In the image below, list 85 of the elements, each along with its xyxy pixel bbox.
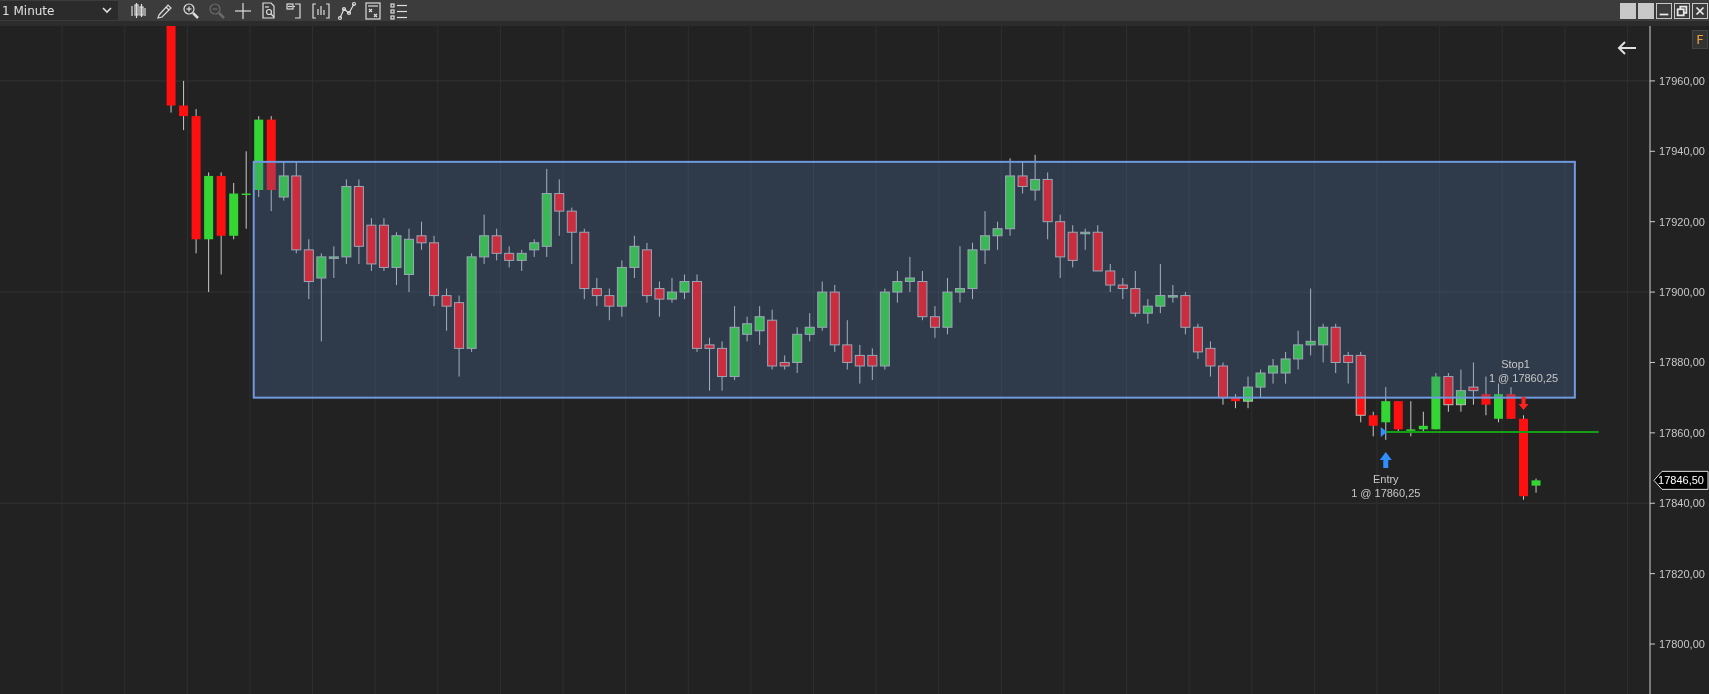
axis-label: 17880,00 <box>1659 356 1705 369</box>
trade-label: 1 @ 17860,25 <box>1488 371 1559 384</box>
candlestick <box>842 319 853 370</box>
window-button[interactable] <box>1620 2 1636 19</box>
candlestick <box>1455 369 1466 413</box>
candlestick <box>854 344 865 385</box>
candlestick <box>1431 372 1441 430</box>
candlestick <box>1180 291 1191 335</box>
candlestick <box>654 281 665 318</box>
close-icon[interactable] <box>1692 2 1708 19</box>
candlestick <box>1243 376 1254 409</box>
candlestick <box>404 228 414 293</box>
candlestick <box>679 274 690 300</box>
bar-chart-icon[interactable] <box>311 0 331 21</box>
candlestick <box>1443 372 1454 413</box>
candlestick <box>516 249 527 272</box>
calculator-icon[interactable] <box>363 0 383 21</box>
candlestick <box>817 281 828 332</box>
entry-marker-icon <box>1380 426 1387 437</box>
crosshair-icon[interactable] <box>233 0 253 21</box>
candlestick <box>1468 361 1479 406</box>
chart-badge[interactable]: F <box>1692 30 1708 49</box>
candlestick <box>1493 383 1503 423</box>
minimize-icon[interactable] <box>1656 2 1672 19</box>
axis-label: 17800,00 <box>1659 638 1705 650</box>
candlestick <box>179 80 189 131</box>
down-arrow-icon <box>1518 396 1529 410</box>
candlestick <box>1192 323 1203 360</box>
axis-label: 17940,00 <box>1659 145 1705 158</box>
candlestick <box>892 270 903 304</box>
candlestick <box>1231 393 1240 409</box>
list-icon[interactable] <box>389 0 409 21</box>
candlestick <box>629 235 640 279</box>
candlestick <box>229 182 239 240</box>
restore-icon[interactable] <box>1674 2 1690 19</box>
candlestick <box>566 207 577 265</box>
candlestick <box>1381 386 1391 441</box>
axis-label: 17900,00 <box>1659 286 1705 299</box>
candlestick <box>666 277 677 304</box>
candlestick <box>1406 400 1416 437</box>
trade-label: Entry <box>1372 472 1399 485</box>
candlestick <box>1217 361 1228 406</box>
zoom-in-icon[interactable] <box>181 0 201 21</box>
candlestick <box>391 231 402 286</box>
candlestick <box>1105 263 1116 293</box>
candlestick <box>829 284 840 353</box>
axis-label: 17840,00 <box>1659 497 1705 510</box>
candlestick <box>641 242 652 304</box>
caret-icon <box>102 7 112 14</box>
axis-label: 17960,00 <box>1659 74 1705 87</box>
candlestick <box>1393 400 1403 434</box>
window-button[interactable] <box>1638 2 1654 19</box>
candlestick <box>1531 478 1541 494</box>
candlestick <box>1117 277 1128 300</box>
back-arrow-icon[interactable] <box>1616 40 1638 56</box>
candlestick <box>942 277 953 335</box>
candlestick <box>278 161 289 202</box>
line-chart-icon[interactable] <box>337 0 357 21</box>
candlestick <box>378 217 389 272</box>
candlestick <box>1506 386 1516 420</box>
trade-label: 1 @ 17860,25 <box>1351 486 1421 499</box>
candlestick <box>1318 323 1329 363</box>
candlestick <box>955 245 965 304</box>
trade-label: Stop1 <box>1501 357 1530 370</box>
candlestick <box>366 217 377 272</box>
axis-label: 17920,00 <box>1659 215 1705 228</box>
candlestick <box>1205 340 1216 378</box>
candlestick-icon[interactable] <box>129 0 149 21</box>
candlestick <box>904 256 915 293</box>
candlestick <box>1368 411 1378 437</box>
candlestick <box>1481 376 1491 416</box>
interval-select[interactable]: 1 Minute <box>0 1 118 20</box>
last-price-label: 17846,50 <box>1653 470 1709 490</box>
candlestick <box>554 178 565 237</box>
axis-label: 17820,00 <box>1659 567 1705 580</box>
axis-label: 17860,00 <box>1659 426 1705 439</box>
candlestick <box>967 242 978 300</box>
candlestick <box>504 245 515 268</box>
candlestick <box>1268 358 1279 385</box>
candlestick <box>1255 369 1266 399</box>
candlestick <box>1330 323 1341 374</box>
candlestick <box>416 221 427 251</box>
up-arrow-icon <box>1379 451 1392 468</box>
candlestick <box>1280 351 1291 385</box>
candlestick <box>1418 411 1428 434</box>
